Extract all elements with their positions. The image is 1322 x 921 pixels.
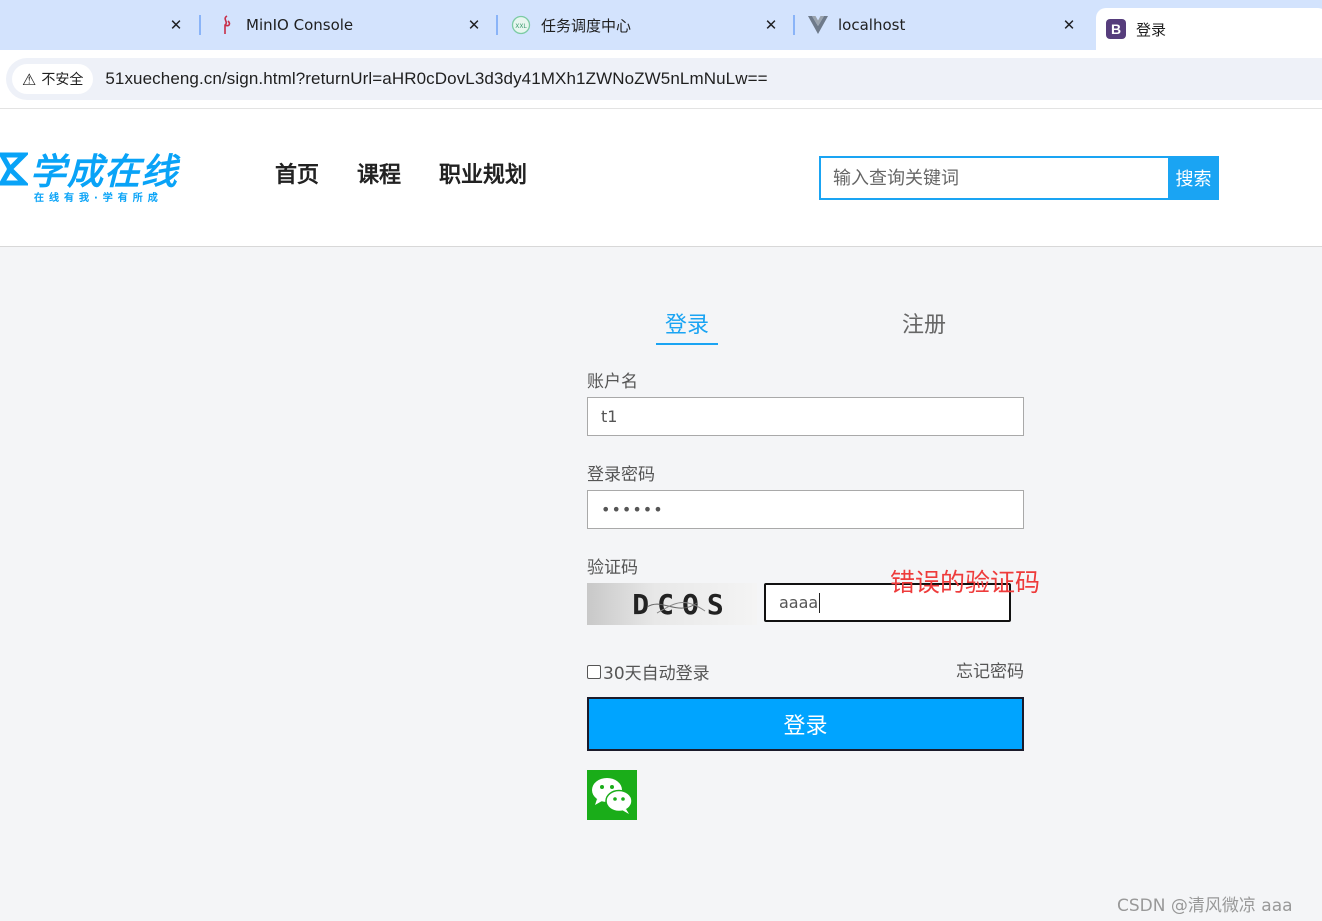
vue-icon [808,15,828,35]
nav-home[interactable]: 首页 [275,157,319,189]
site-logo[interactable]: 学成在线 在线有我·学有所成 [0,143,200,204]
xxl-job-icon: XXL [511,15,531,35]
remember-checkbox[interactable] [587,664,601,679]
tab-minio-console[interactable]: MinIO Console [216,0,486,50]
remember-me[interactable]: 30天自动登录 [587,659,710,684]
captcha-image[interactable]: DCOS [587,583,757,625]
password-label: 登录密码 [587,465,655,485]
browser-toolbar: ⚠ 不安全 51xuecheng.cn/sign.html?returnUrl=… [0,50,1322,108]
tab-task-scheduler[interactable]: XXL 任务调度中心 [511,0,781,50]
tab-login[interactable]: 登录 [656,307,718,345]
wechat-icon [592,778,633,814]
tab-close-button[interactable]: ✕ [760,14,782,36]
captcha-label: 验证码 [587,558,638,578]
login-panel: 登录 注册 账户名 t1 登录密码 •••••• 验证码 DCOS aaaa 错… [587,247,1040,847]
captcha-value: aaaa [779,593,819,612]
tab-title: MinIO Console [246,16,354,34]
nav-courses[interactable]: 课程 [357,157,401,189]
login-tabs: 登录 注册 [587,307,1027,347]
forgot-password-link[interactable]: 忘记密码 [956,657,1024,682]
logo-subtitle: 在线有我·学有所成 [34,193,163,204]
search-input[interactable] [819,156,1168,200]
url-text[interactable]: 51xuecheng.cn/sign.html?returnUrl=aHR0cD… [105,69,767,89]
security-indicator[interactable]: ⚠ 不安全 [12,64,94,94]
minio-icon [216,15,236,35]
text-caret [819,592,821,613]
tab-title: 任务调度中心 [541,16,632,35]
username-value: t1 [601,407,618,426]
main-nav: 首页 课程 职业规划 [275,157,527,189]
captcha-noise [646,601,706,614]
warning-icon: ⚠ [22,69,37,89]
username-label: 账户名 [587,372,638,392]
tab-close-button[interactable]: ✕ [463,14,485,36]
password-value: •••••• [601,500,664,519]
tab-localhost[interactable]: localhost [808,0,1078,50]
wechat-login-button[interactable] [587,770,637,820]
tab-close-button[interactable]: ✕ [165,14,187,36]
csdn-watermark: CSDN @清风微凉 aaa [1117,896,1293,916]
remember-label: 30天自动登录 [603,664,710,684]
login-submit-button[interactable]: 登录 [587,697,1024,751]
tab-register[interactable]: 注册 [893,307,955,339]
tab-title: localhost [838,16,906,34]
tab-close-button[interactable]: ✕ [1058,14,1080,36]
bootstrap-icon: B [1106,19,1126,39]
username-input[interactable]: t1 [587,397,1024,436]
tab-separator [199,15,201,35]
logo-title: 学成在线 [30,152,179,193]
site-header: 学成在线 在线有我·学有所成 首页 课程 职业规划 搜索 [0,108,1322,247]
svg-text:XXL: XXL [515,23,527,30]
security-label: 不安全 [41,72,84,88]
tab-title: 登录 [1136,20,1167,39]
browser-tab-strip: ✕ MinIO Console ✕ XXL 任务调度中心 ✕ localhost… [0,0,1322,50]
nav-career[interactable]: 职业规划 [439,157,527,189]
tab-login-active[interactable]: B 登录 [1096,8,1322,50]
password-input[interactable]: •••••• [587,490,1024,529]
tab-separator [793,15,795,35]
search-box: 搜索 [819,156,1219,200]
search-button[interactable]: 搜索 [1168,156,1219,200]
tab-separator [496,15,498,35]
error-annotation: 错误的验证码 [890,568,1041,597]
address-bar[interactable]: ⚠ 不安全 51xuecheng.cn/sign.html?returnUrl=… [6,58,1322,100]
logo-mark-icon [0,152,28,186]
